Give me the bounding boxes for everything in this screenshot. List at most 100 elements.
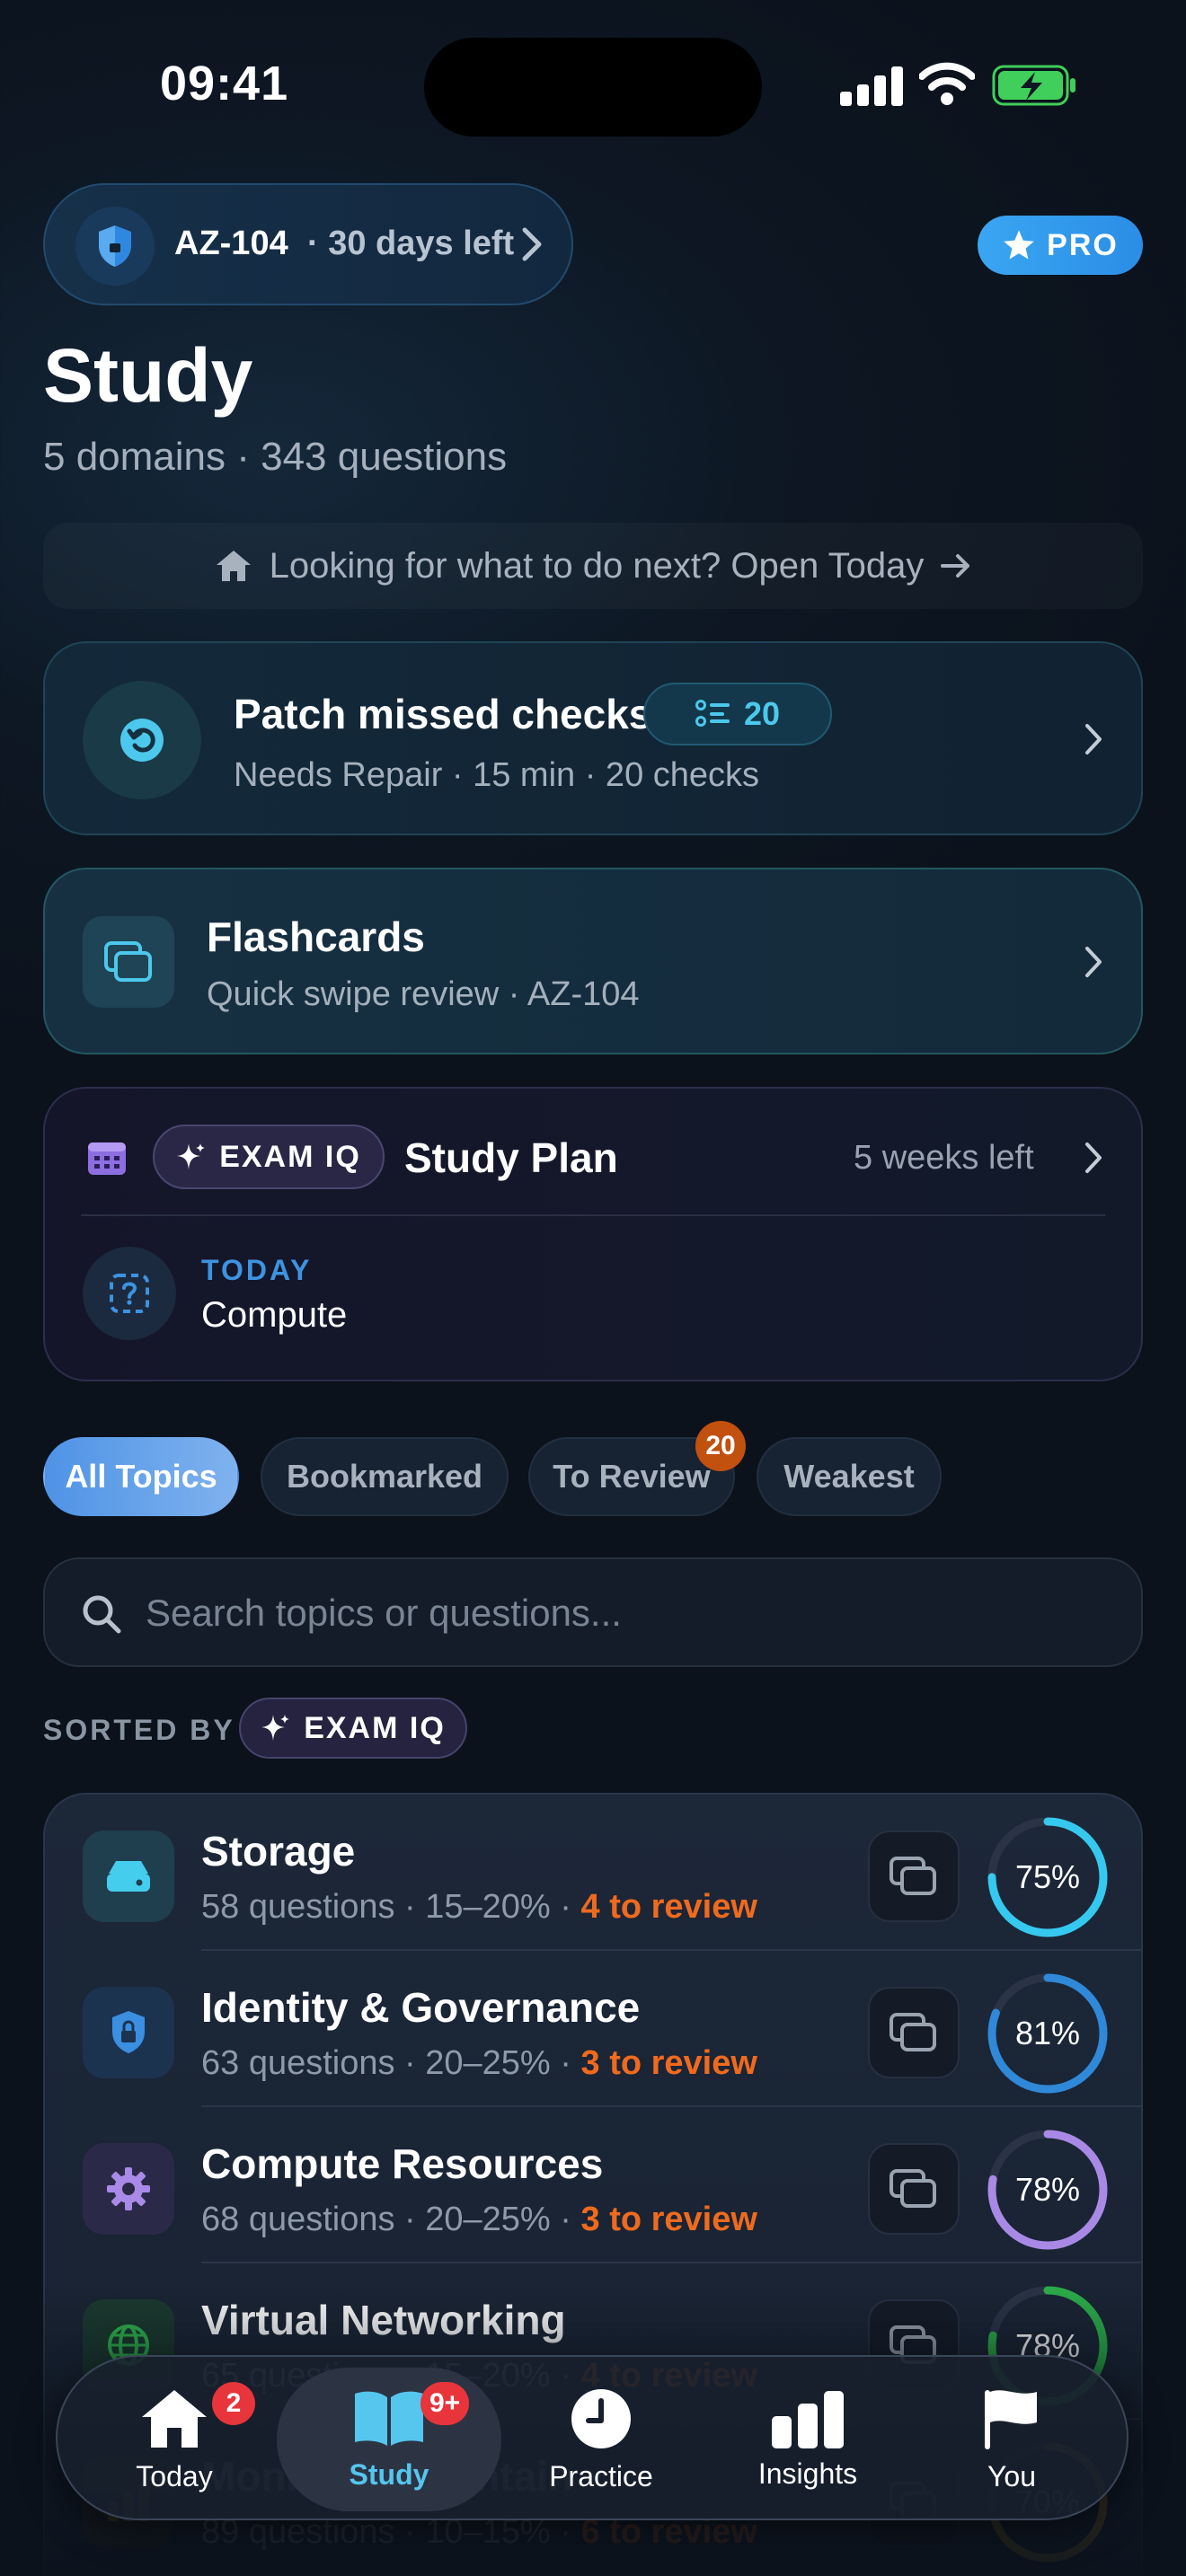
exam-code: AZ-104 <box>174 225 288 262</box>
search-bar[interactable] <box>43 1557 1143 1667</box>
flashcards-button[interactable] <box>868 1987 960 2078</box>
dynamic-island <box>424 38 762 137</box>
today-task: Compute <box>201 1295 348 1335</box>
patch-subtitle: Needs Repair · 15 min · 20 checks <box>234 756 760 794</box>
tab-bar: Today 2 Study 9+ Practice Insights You <box>56 2355 1128 2520</box>
weeks-left: 5 weeks left <box>854 1139 1034 1177</box>
topic-row[interactable]: Storage 58 questions · 15–20% · 4 to rev… <box>45 1795 1141 1951</box>
shield-lock-icon <box>83 1987 174 2078</box>
progress-percent: 81% <box>1015 2015 1080 2051</box>
storage-drive-icon <box>83 1831 174 1922</box>
cards-stack-icon <box>83 916 174 1008</box>
topic-meta: 63 questions · 20–25% · 3 to review <box>201 2044 757 2083</box>
tab-insights[interactable]: Insights <box>713 2357 902 2522</box>
sorted-by-label: SORTED BY <box>43 1714 235 1746</box>
clock-icon <box>569 2386 633 2451</box>
flashcards-title: Flashcards <box>207 913 425 960</box>
topic-row[interactable]: Compute Resources 68 questions · 20–25% … <box>45 2107 1141 2263</box>
tab-label: Study <box>349 2457 429 2491</box>
progress-ring: 75% <box>983 1813 1112 1942</box>
topic-review-count: 3 to review <box>580 2201 757 2238</box>
topic-name: Virtual Networking <box>201 2297 566 2343</box>
flag-icon <box>981 2386 1042 2451</box>
study-plan-card[interactable]: EXAM IQ Study Plan 5 weeks left TODAY Co… <box>43 1087 1143 1381</box>
cards-stack-icon <box>889 1856 939 1897</box>
topic-review-count: 3 to review <box>580 2044 757 2082</box>
flashcards-button[interactable] <box>868 1831 960 1922</box>
page-subtitle: 5 domains · 343 questions <box>43 435 508 479</box>
flashcards-button[interactable] <box>868 2143 960 2235</box>
open-today-hint[interactable]: Looking for what to do next? Open Today <box>43 523 1143 609</box>
patch-title: Patch missed checks <box>234 691 652 737</box>
home-icon <box>214 548 253 584</box>
topic-review-count: 4 to review <box>580 1888 757 1926</box>
tab-practice[interactable]: Practice <box>507 2357 695 2522</box>
filter-all-topics[interactable]: All Topics <box>43 1437 239 1516</box>
sparkle-icon <box>176 1142 207 1172</box>
status-time: 09:41 <box>160 57 289 110</box>
tab-study[interactable]: Study <box>295 2357 483 2522</box>
cellular-signal-icon <box>840 66 905 106</box>
arrow-right-icon <box>940 552 972 579</box>
tab-label: Today <box>136 2459 213 2492</box>
topic-name: Storage <box>201 1828 356 1875</box>
search-icon <box>81 1593 122 1635</box>
topic-meta: 58 questions · 15–20% · 4 to review <box>201 1888 757 1927</box>
study-badge: 9+ <box>420 2382 470 2425</box>
pro-badge[interactable]: PRO <box>978 216 1143 275</box>
page-title: Study <box>43 333 253 418</box>
chevron-right-icon <box>1084 722 1103 756</box>
exam-iq-label: EXAM IQ <box>219 1139 361 1174</box>
patch-missed-checks-card[interactable]: Patch missed checks 20 Needs Repair · 15… <box>43 641 1143 835</box>
exam-iq-badge: EXAM IQ <box>153 1125 385 1189</box>
sort-value: EXAM IQ <box>304 1710 446 1745</box>
gear-icon <box>83 2143 174 2235</box>
wifi-icon <box>919 61 975 106</box>
chevron-right-icon <box>1084 1141 1103 1175</box>
today-badge: 2 <box>212 2382 255 2425</box>
exam-selector[interactable]: AZ-104 · 30 days left <box>43 183 573 305</box>
tab-label: Practice <box>549 2459 653 2492</box>
flashcards-card[interactable]: Flashcards Quick swipe review · AZ-104 <box>43 868 1143 1054</box>
topic-question-info: 63 questions · 20–25% · <box>201 2044 571 2082</box>
star-icon <box>1002 228 1036 262</box>
cards-stack-icon <box>889 2168 939 2210</box>
search-input[interactable] <box>146 1581 1098 1645</box>
progress-percent: 75% <box>1015 1858 1080 1895</box>
question-box-icon <box>83 1247 176 1340</box>
undo-icon <box>83 681 201 799</box>
sort-selector[interactable]: EXAM IQ <box>239 1698 467 1759</box>
divider <box>81 1214 1105 1216</box>
battery-charging-icon <box>992 65 1078 106</box>
progress-percent: 78% <box>1015 2171 1080 2208</box>
cards-stack-icon <box>889 2012 939 2053</box>
study-plan-title: Study Plan <box>404 1134 618 1181</box>
exam-days-left: · 30 days left <box>307 225 515 262</box>
home-icon <box>138 2386 210 2451</box>
topic-question-info: 68 questions · 20–25% · <box>201 2201 571 2238</box>
pro-label: PRO <box>1047 227 1119 262</box>
shield-icon <box>75 207 155 286</box>
topic-meta: 68 questions · 20–25% · 3 to review <box>201 2201 757 2239</box>
to-review-count-badge: 20 <box>695 1421 746 1471</box>
hint-text: Looking for what to do next? Open Today <box>269 545 925 586</box>
tab-label: You <box>987 2459 1036 2492</box>
topic-row[interactable]: Identity & Governance 63 questions · 20–… <box>45 1951 1141 2107</box>
tab-you[interactable]: You <box>922 2357 1102 2522</box>
progress-ring: 78% <box>983 2125 1112 2254</box>
progress-ring: 81% <box>983 1969 1112 2098</box>
checks-count: 20 <box>743 695 781 732</box>
flashcards-subtitle: Quick swipe review · AZ-104 <box>207 975 640 1013</box>
filter-bookmarked[interactable]: Bookmarked <box>261 1437 509 1516</box>
book-icon <box>351 2388 427 2449</box>
chevron-right-icon <box>521 226 543 262</box>
checklist-icon <box>695 699 731 729</box>
calendar-icon <box>86 1139 128 1177</box>
topic-name: Compute Resources <box>201 2140 604 2187</box>
sparkle-icon <box>261 1713 291 1743</box>
topic-name: Identity & Governance <box>201 1984 641 2031</box>
filter-weakest[interactable]: Weakest <box>757 1437 942 1516</box>
chevron-right-icon <box>1084 945 1103 979</box>
checks-count-badge: 20 <box>643 683 832 745</box>
bar-chart-icon <box>770 2389 845 2448</box>
